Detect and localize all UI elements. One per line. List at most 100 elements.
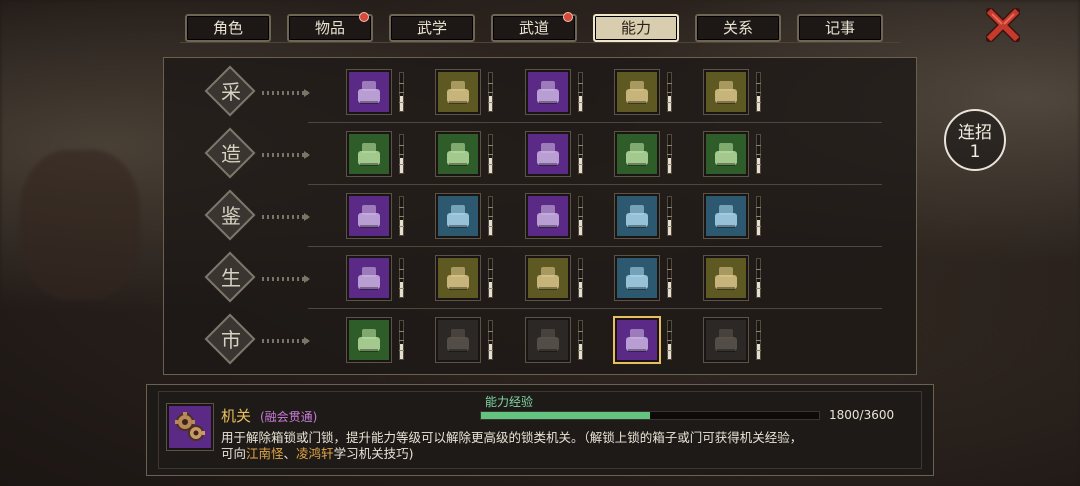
skill-slot[interactable]: [703, 131, 749, 177]
skill-level-fill: [757, 281, 760, 297]
skill-level-bar: [578, 320, 583, 360]
level-tick: [667, 216, 672, 217]
anvil-hammer-icon: [358, 143, 380, 166]
skill-level-bar: [578, 196, 583, 236]
skill-slot[interactable]: [703, 255, 749, 301]
skill-slot[interactable]: [435, 131, 481, 177]
skill-slot[interactable]: [703, 69, 749, 115]
tab-items[interactable]: 物品: [287, 12, 373, 42]
skill-level-fill: [579, 95, 582, 111]
skill-slot[interactable]: [614, 255, 660, 301]
level-tick: [667, 92, 672, 93]
skill-slot[interactable]: [346, 131, 392, 177]
tab-martial-way[interactable]: 武道: [491, 12, 577, 42]
level-tick: [578, 340, 583, 341]
notification-dot: [563, 12, 573, 22]
tab-relations[interactable]: 关系: [695, 14, 781, 42]
level-tick: [399, 82, 404, 84]
combo-label: 连招: [958, 123, 992, 143]
level-tick: [756, 287, 761, 289]
level-tick: [756, 225, 761, 227]
skill-slot[interactable]: [525, 317, 571, 363]
level-tick: [756, 340, 761, 341]
skill-level-bar: [667, 258, 672, 298]
skill-slot[interactable]: [703, 317, 749, 363]
tab-abilities[interactable]: 能力: [593, 14, 679, 42]
skill-level-fill: [668, 219, 671, 235]
skill-name: 机关: [221, 407, 252, 425]
row-connector: [262, 153, 308, 157]
tailoring-robe-icon: [447, 143, 469, 166]
row-connector: [262, 277, 308, 281]
level-tick: [667, 206, 672, 208]
tab-divider: [180, 42, 900, 43]
level-tick: [578, 225, 583, 227]
tab-journal[interactable]: 记事: [797, 14, 883, 42]
tab-label: 能力: [620, 19, 651, 37]
skill-slot[interactable]: [525, 131, 571, 177]
skill-slot[interactable]: [435, 193, 481, 239]
level-tick: [756, 268, 761, 270]
level-tick: [488, 154, 493, 155]
level-tick: [667, 349, 672, 351]
skill-level-bar: [667, 72, 672, 112]
skill-slot[interactable]: [703, 193, 749, 239]
close-button[interactable]: [983, 5, 1023, 45]
row-connector: [262, 339, 308, 343]
horn-icon: [715, 329, 737, 352]
skill-level-bar: [488, 134, 493, 174]
level-tick: [399, 225, 404, 227]
level-tick: [667, 330, 672, 332]
skill-slot[interactable]: [435, 69, 481, 115]
skill-slot[interactable]: [435, 317, 481, 363]
level-tick: [578, 101, 583, 103]
skill-slot[interactable]: [525, 193, 571, 239]
bowl-icon: [537, 329, 559, 352]
skill-slot[interactable]: [614, 193, 660, 239]
level-tick: [667, 278, 672, 279]
level-tick: [667, 225, 672, 227]
skill-slot[interactable]: [613, 316, 661, 364]
level-tick: [399, 206, 404, 208]
skill-slot[interactable]: [346, 317, 392, 363]
skill-slot[interactable]: [614, 131, 660, 177]
row-arrow-icon: [304, 275, 310, 283]
skill-level-fill: [489, 157, 492, 173]
skill-slot[interactable]: [525, 69, 571, 115]
level-tick: [756, 349, 761, 351]
level-tick: [667, 144, 672, 146]
level-tick: [399, 278, 404, 279]
npc-name[interactable]: 江南怪: [246, 446, 284, 461]
skill-slot[interactable]: [346, 193, 392, 239]
level-tick: [667, 101, 672, 103]
skill-slot[interactable]: [346, 255, 392, 301]
level-tick: [399, 349, 404, 351]
tab-label: 关系: [722, 19, 753, 37]
level-tick: [488, 340, 493, 341]
row-divider: [308, 246, 882, 247]
skill-slot[interactable]: [435, 255, 481, 301]
xp-bar-fill: [481, 412, 650, 419]
compass-magnifier-icon: [626, 205, 648, 228]
level-tick: [756, 163, 761, 165]
category-text: 生: [221, 266, 241, 290]
skill-slot[interactable]: [614, 69, 660, 115]
skill-level-fill: [489, 281, 492, 297]
skill-level-bar: [399, 320, 404, 360]
skill-slot[interactable]: [525, 255, 571, 301]
row-connector: [262, 91, 308, 95]
skill-level-bar: [667, 134, 672, 174]
desc-prefix: 可向: [221, 446, 247, 461]
npc-name[interactable]: 凌鸿轩: [296, 446, 334, 461]
tab-martial-arts[interactable]: 武学: [389, 14, 475, 42]
xp-value: 1800/3600: [829, 408, 895, 422]
skill-level-fill: [489, 95, 492, 111]
combo-button[interactable]: 连招 1: [944, 109, 1006, 171]
skill-level-fill: [757, 157, 760, 173]
skill-slot[interactable]: [346, 69, 392, 115]
skill-level-fill: [579, 343, 582, 359]
level-tick: [488, 225, 493, 227]
level-tick: [667, 287, 672, 289]
tab-character[interactable]: 角色: [185, 14, 271, 42]
level-tick: [488, 287, 493, 289]
